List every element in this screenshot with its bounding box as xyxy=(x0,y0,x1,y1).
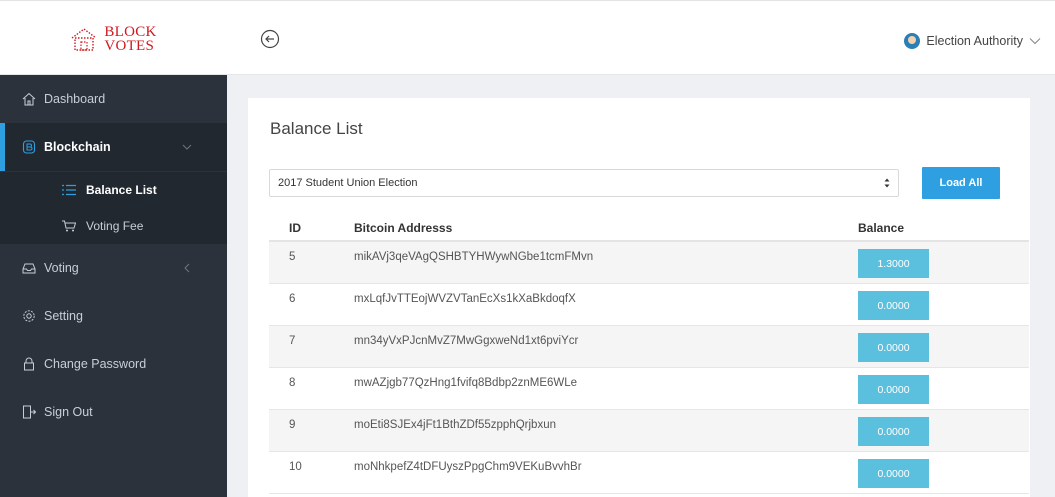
chevron-down-icon xyxy=(1029,38,1041,45)
sidebar-subitem-voting-fee[interactable]: Voting Fee xyxy=(0,208,227,244)
sidebar-subitem-balance-list[interactable]: Balance List xyxy=(0,172,227,208)
sidebar-item-sign-out[interactable]: Sign Out xyxy=(0,388,227,436)
sidebar-item-change-password[interactable]: Change Password xyxy=(0,340,227,388)
sidebar-subitem-label: Voting Fee xyxy=(86,219,144,233)
list-icon xyxy=(62,184,76,196)
cell-address: moNhkpefZ4tDFUyszPpgChm9VEKuBvvhBr xyxy=(354,461,582,473)
sidebar-item-label: Voting xyxy=(44,261,79,275)
load-all-button[interactable]: Load All xyxy=(922,167,1000,199)
avatar xyxy=(904,33,921,49)
cell-address: mn34yVxPJcnMvZ7MwGgxweNd1xt6pviYcr xyxy=(354,335,579,347)
table-row: 7 mn34yVxPJcnMvZ7MwGgxweNd1xt6pviYcr 0.0… xyxy=(269,326,1029,368)
lock-icon xyxy=(24,357,34,371)
cell-id: 9 xyxy=(289,419,296,431)
logo-line1: BLOCK xyxy=(104,23,157,40)
balance-badge: 0.0000 xyxy=(858,375,929,404)
balance-badge: 0.0000 xyxy=(858,333,929,362)
column-header-id: ID xyxy=(289,221,301,235)
balance-list-panel: Balance List 2017 Student Union Election… xyxy=(248,98,1030,497)
chevron-left-icon xyxy=(184,263,190,273)
sidebar-item-label: Setting xyxy=(44,309,83,323)
balance-badge: 0.0000 xyxy=(858,291,929,320)
page-title: Balance List xyxy=(270,119,363,138)
table-row: 9 moEti8SJEx4jFt1BthZDf55zpphQrjbxun 0.0… xyxy=(269,410,1029,452)
cell-address: mikAVj3qeVAgQSHBTYHWywNGbe1tcmFMvn xyxy=(354,251,594,263)
balance-badge: 0.0000 xyxy=(858,417,929,446)
blockchain-submenu: Balance List Voting Fee xyxy=(0,172,227,244)
sidebar-item-label: Dashboard xyxy=(44,92,106,106)
balance-badge: 1.3000 xyxy=(858,249,929,278)
column-header-balance: Balance xyxy=(858,221,905,235)
balance-table: ID Bitcoin Addresss Balance 5 mikAVj3qeV… xyxy=(269,211,1029,494)
table-row: 10 moNhkpefZ4tDFUyszPpgChm9VEKuBvvhBr 0.… xyxy=(269,452,1029,494)
sidebar-subitem-label: Balance List xyxy=(86,183,157,197)
select-arrows-icon xyxy=(884,178,890,188)
inbox-icon xyxy=(22,263,36,274)
sidebar-item-setting[interactable]: Setting xyxy=(0,292,227,340)
cell-address: mxLqfJvTTEojWVZVTanEcXs1kXaBkdoqfX xyxy=(354,293,576,305)
cell-address: moEti8SJEx4jFt1BthZDf55zpphQrjbxun xyxy=(354,419,556,431)
cart-icon xyxy=(62,220,76,232)
cell-id: 6 xyxy=(289,293,296,305)
bitcoin-icon xyxy=(22,140,36,154)
cell-id: 8 xyxy=(289,377,296,389)
election-select[interactable]: 2017 Student Union Election xyxy=(269,169,899,197)
cell-id: 7 xyxy=(289,335,296,347)
house-logo-icon xyxy=(71,27,97,51)
cell-id: 10 xyxy=(289,461,302,473)
column-header-address: Bitcoin Addresss xyxy=(354,221,453,235)
gear-icon xyxy=(23,310,35,322)
sidebar-item-voting[interactable]: Voting xyxy=(0,244,227,292)
table-row: 5 mikAVj3qeVAgQSHBTYHWywNGbe1tcmFMvn 1.3… xyxy=(269,242,1029,284)
sidebar-item-label: Blockchain xyxy=(44,140,111,154)
home-icon xyxy=(22,92,36,106)
sidebar-item-label: Sign Out xyxy=(44,405,93,419)
top-bar: BLOCK VOTES Election Authority xyxy=(0,0,1055,75)
sidebar-item-blockchain[interactable]: Blockchain xyxy=(0,123,227,171)
sidebar-item-label: Change Password xyxy=(44,357,147,371)
user-name: Election Authority xyxy=(926,34,1023,48)
user-menu[interactable]: Election Authority xyxy=(904,33,1041,49)
logo-line2: VOTES xyxy=(104,37,155,54)
election-select-value: 2017 Student Union Election xyxy=(278,177,418,189)
sidebar-item-dashboard[interactable]: Dashboard xyxy=(0,75,227,123)
table-row: 6 mxLqfJvTTEojWVZVTanEcXs1kXaBkdoqfX 0.0… xyxy=(269,284,1029,326)
circle-arrow-left-icon[interactable] xyxy=(260,29,280,49)
cell-address: mwAZjgb77QzHng1fvifq8Bdbp2znME6WLe xyxy=(354,377,578,389)
cell-id: 5 xyxy=(289,251,296,263)
chevron-down-icon xyxy=(182,144,192,150)
table-header: ID Bitcoin Addresss Balance xyxy=(269,211,1029,242)
logo-text: BLOCK VOTES xyxy=(104,23,157,54)
balance-badge: 0.0000 xyxy=(858,459,929,488)
sidebar: Dashboard Blockchain Balance List Voting… xyxy=(0,75,227,497)
sign-out-icon xyxy=(23,405,36,419)
table-row: 8 mwAZjgb77QzHng1fvifq8Bdbp2znME6WLe 0.0… xyxy=(269,368,1029,410)
logo[interactable]: BLOCK VOTES xyxy=(0,1,227,76)
